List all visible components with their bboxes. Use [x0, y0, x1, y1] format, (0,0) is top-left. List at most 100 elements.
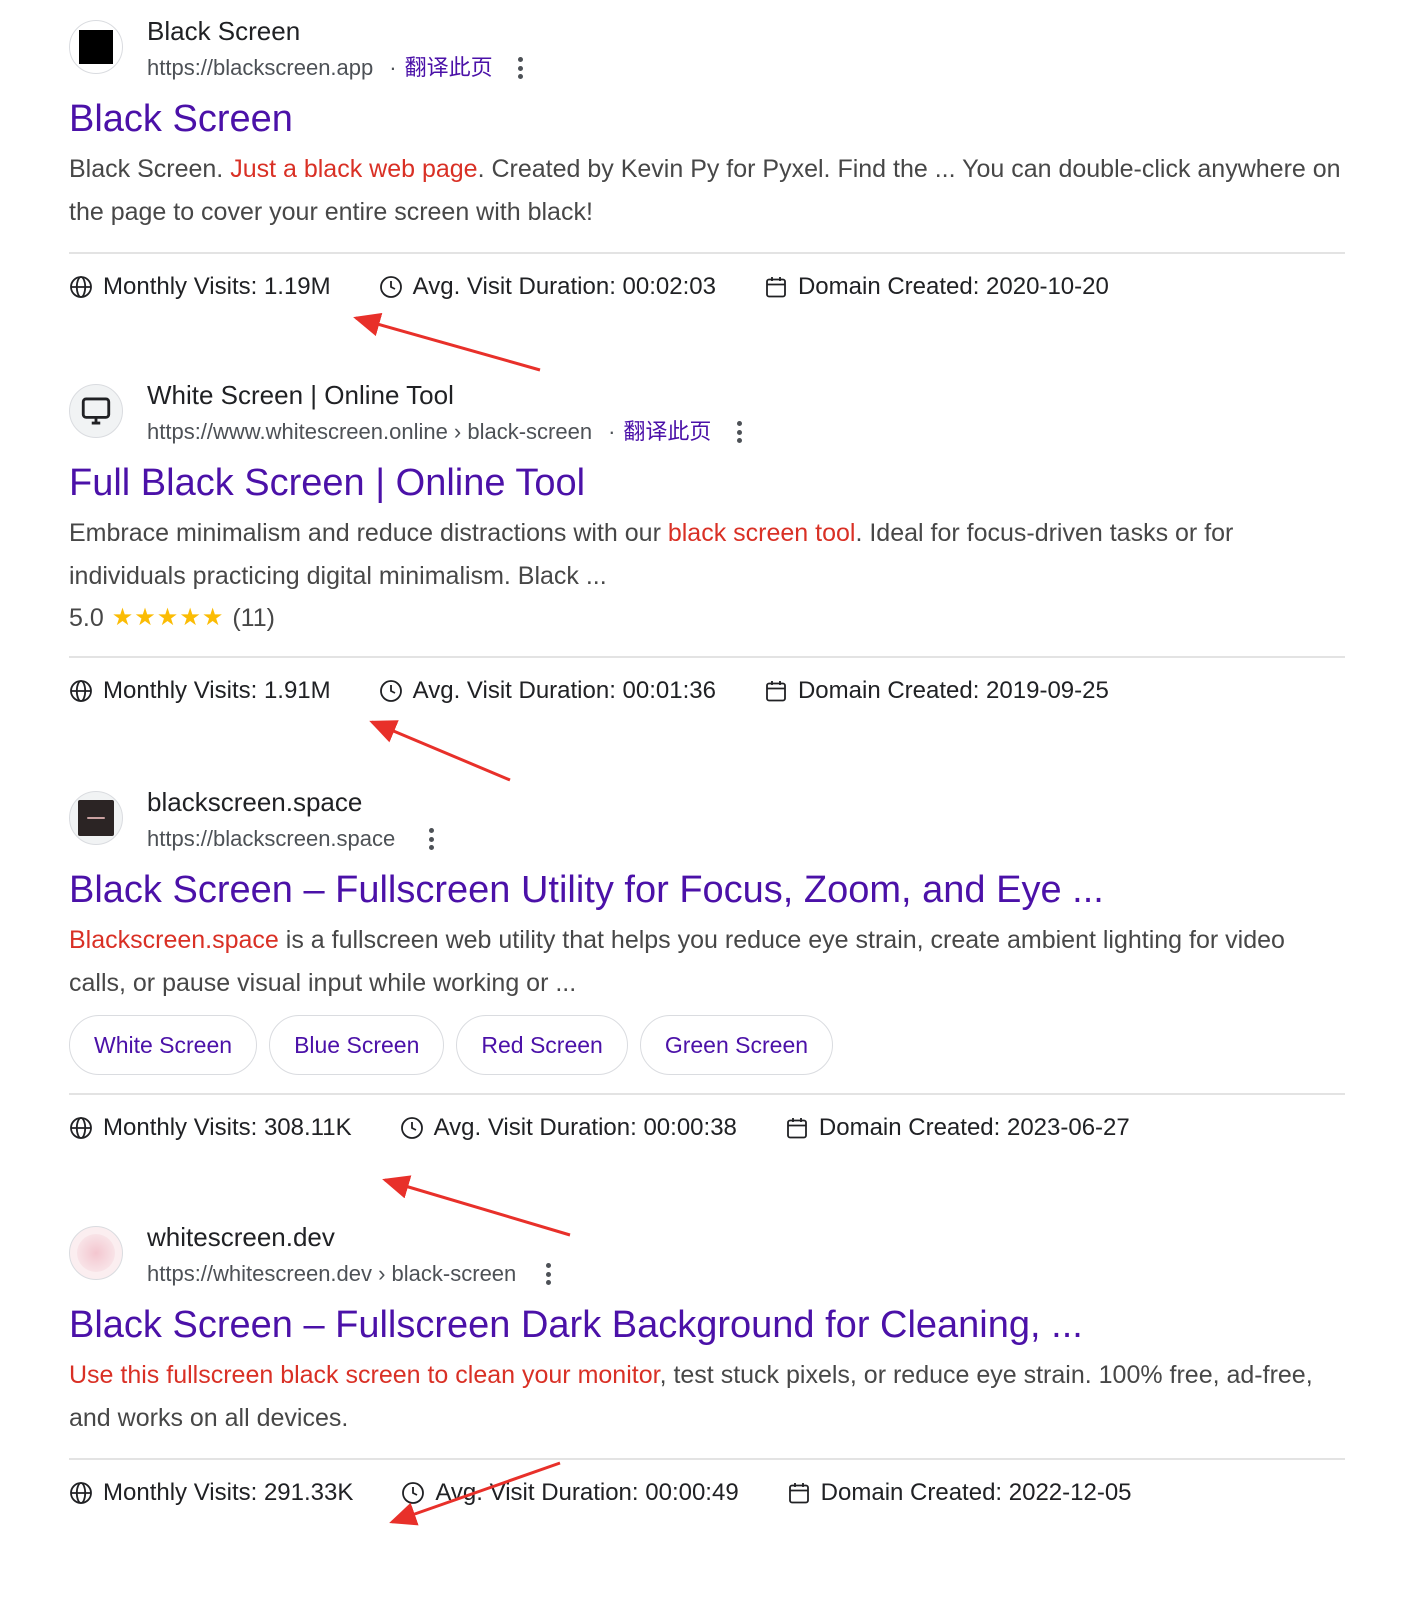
rating-row: 5.0 ★★★★★ (11)	[69, 598, 1345, 638]
site-name: White Screen | Online Tool	[147, 380, 454, 410]
result-snippet: Black Screen. Just a black web page. Cre…	[69, 148, 1345, 234]
snippet-highlight: black screen tool	[667, 519, 856, 547]
annotation-arrow	[369, 720, 511, 782]
site-url: https://blackscreen.space	[147, 826, 396, 851]
translate-link[interactable]: 翻译此页	[405, 54, 493, 82]
result-title[interactable]: Black Screen – Fullscreen Dark Backgroun…	[69, 1302, 1345, 1348]
black-square-icon	[79, 30, 113, 64]
rating-score: 5.0	[69, 604, 104, 632]
rating-stars: ★★★★★	[111, 604, 225, 631]
calendar-icon	[788, 1483, 809, 1504]
clock-icon	[402, 1482, 425, 1504]
chip-green-screen[interactable]: Green Screen	[639, 1015, 834, 1075]
site-favicon	[69, 384, 123, 438]
result-snippet: Embrace minimalism and reduce distractio…	[69, 512, 1345, 598]
monthly-visits-text: Monthly Visits: 1.19M	[103, 273, 331, 300]
monthly-visits: Monthly Visits: 1.91M	[69, 677, 331, 705]
search-result-1: Black Screen https://blackscreen.app · 翻…	[69, 16, 1345, 320]
globe-icon	[70, 680, 92, 702]
avg-visit-duration-text: Avg. Visit Duration: 00:00:49	[435, 1479, 739, 1506]
monthly-visits: Monthly Visits: 291.33K	[69, 1479, 353, 1507]
domain-created-text: Domain Created: 2019-09-25	[797, 677, 1109, 704]
site-url: https://www.whitescreen.online › black-s…	[147, 419, 593, 444]
site-favicon	[69, 20, 123, 74]
dark-logo-icon	[78, 800, 114, 836]
snippet-text: Embrace minimalism and reduce distractio…	[69, 519, 668, 547]
pink-logo-icon	[77, 1234, 115, 1272]
snippet-highlight: Just a black web page	[230, 155, 478, 183]
avg-visit-duration-text: Avg. Visit Duration: 00:01:36	[412, 677, 716, 704]
domain-created-text: Domain Created: 2022-12-05	[820, 1479, 1132, 1506]
site-name: Black Screen	[147, 16, 301, 46]
calendar-icon	[766, 681, 786, 702]
avg-visit-duration-text: Avg. Visit Duration: 00:02:03	[412, 273, 716, 300]
site-name: whitescreen.dev	[147, 1222, 335, 1252]
site-header[interactable]: Black Screen https://blackscreen.app · 翻…	[69, 16, 1345, 88]
chip-red-screen[interactable]: Red Screen	[456, 1015, 628, 1075]
avg-visit-duration: Avg. Visit Duration: 00:02:03	[379, 273, 716, 301]
metrics-bar: Monthly Visits: 1.19M Avg. Visit Duratio…	[69, 254, 1345, 320]
globe-icon	[70, 276, 92, 298]
translate-link[interactable]: 翻译此页	[623, 418, 711, 446]
snippet-text: Black Screen.	[69, 155, 231, 183]
metrics-bar: Monthly Visits: 291.33K Avg. Visit Durat…	[69, 1460, 1345, 1526]
monthly-visits-text: Monthly Visits: 291.33K	[103, 1479, 354, 1506]
more-vert-icon[interactable]	[421, 828, 441, 850]
monthly-visits-text: Monthly Visits: 308.11K	[103, 1114, 352, 1141]
domain-created: Domain Created: 2022-12-05	[787, 1479, 1132, 1507]
domain-created: Domain Created: 2023-06-27	[785, 1114, 1130, 1142]
globe-icon	[70, 1117, 92, 1139]
globe-icon	[70, 1482, 92, 1504]
metrics-bar: Monthly Visits: 1.91M Avg. Visit Duratio…	[69, 658, 1345, 724]
metrics-bar: Monthly Visits: 308.11K Avg. Visit Durat…	[69, 1095, 1345, 1161]
avg-visit-duration: Avg. Visit Duration: 00:00:49	[401, 1479, 739, 1507]
result-title[interactable]: Black Screen	[69, 96, 1345, 142]
rating-count: (11)	[232, 604, 275, 632]
monitor-icon	[81, 397, 111, 425]
search-result-3: blackscreen.space https://blackscreen.sp…	[69, 787, 1345, 1161]
domain-created-text: Domain Created: 2023-06-27	[818, 1114, 1130, 1141]
chip-white-screen[interactable]: White Screen	[69, 1015, 258, 1075]
more-vert-icon[interactable]	[538, 1263, 558, 1285]
monthly-visits: Monthly Visits: 308.11K	[69, 1114, 352, 1142]
monthly-visits-text: Monthly Visits: 1.91M	[103, 677, 331, 704]
result-snippet: Use this fullscreen black screen to clea…	[69, 1354, 1345, 1440]
site-url-row: https://whitescreen.dev › black-screen	[147, 1260, 558, 1288]
clock-icon	[400, 1117, 423, 1139]
site-header[interactable]: whitescreen.dev https://whitescreen.dev …	[69, 1222, 1345, 1294]
domain-created-text: Domain Created: 2020-10-20	[797, 273, 1109, 300]
site-url: https://whitescreen.dev › black-screen	[147, 1261, 517, 1286]
site-header[interactable]: blackscreen.space https://blackscreen.sp…	[69, 787, 1345, 859]
domain-created: Domain Created: 2019-09-25	[764, 677, 1109, 705]
site-name: blackscreen.space	[147, 787, 363, 817]
site-url-row: https://blackscreen.app · 翻译此页	[147, 54, 531, 82]
avg-visit-duration: Avg. Visit Duration: 00:01:36	[379, 677, 716, 705]
separator-dot: ·	[389, 55, 397, 80]
result-snippet: Blackscreen.space is a fullscreen web ut…	[69, 919, 1345, 1005]
more-vert-icon[interactable]	[511, 57, 531, 79]
separator-dot: ·	[608, 419, 616, 444]
chip-blue-screen[interactable]: Blue Screen	[269, 1015, 445, 1075]
sitelink-chips: White Screen Blue Screen Red Screen Gree…	[69, 1015, 1345, 1075]
annotation-arrow	[353, 312, 541, 372]
site-url: https://blackscreen.app	[147, 55, 374, 80]
search-result-2: White Screen | Online Tool https://www.w…	[69, 380, 1345, 724]
search-result-4: whitescreen.dev https://whitescreen.dev …	[69, 1222, 1345, 1526]
calendar-icon	[766, 277, 786, 298]
site-url-row: https://www.whitescreen.online › black-s…	[147, 418, 749, 446]
site-header[interactable]: White Screen | Online Tool https://www.w…	[69, 380, 1345, 452]
result-title[interactable]: Black Screen – Fullscreen Utility for Fo…	[69, 867, 1345, 913]
monthly-visits: Monthly Visits: 1.19M	[69, 273, 331, 301]
avg-visit-duration: Avg. Visit Duration: 00:00:38	[400, 1114, 737, 1142]
avg-visit-duration-text: Avg. Visit Duration: 00:00:38	[433, 1114, 737, 1141]
clock-icon	[379, 276, 402, 298]
site-favicon	[69, 791, 123, 845]
clock-icon	[379, 680, 402, 702]
domain-created: Domain Created: 2020-10-20	[764, 273, 1109, 301]
result-title[interactable]: Full Black Screen | Online Tool	[69, 460, 1345, 506]
calendar-icon	[786, 1118, 807, 1139]
more-vert-icon[interactable]	[729, 421, 749, 443]
snippet-highlight: Blackscreen.space	[69, 926, 279, 954]
snippet-highlight: Use this fullscreen black screen to clea…	[69, 1361, 660, 1389]
site-url-row: https://blackscreen.space	[147, 825, 441, 853]
